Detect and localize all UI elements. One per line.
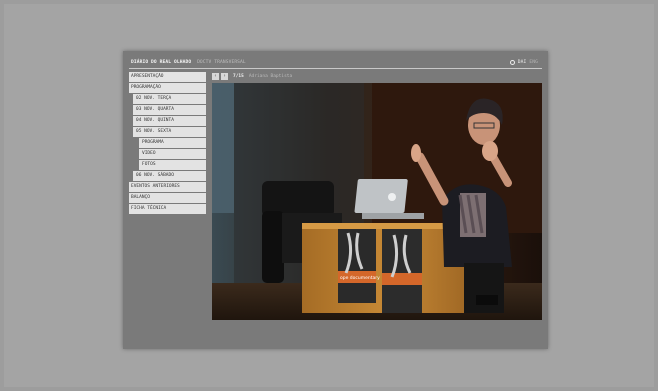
gallery-photo: ope documentary xyxy=(212,83,542,320)
header-bar: DIÁRIO DO REAL OLHADO DOCTV TRANSVERSAL … xyxy=(129,58,542,67)
photo-image: ope documentary xyxy=(212,83,542,320)
language-active[interactable]: DAI xyxy=(518,58,527,67)
prev-button[interactable]: ‹ xyxy=(212,73,219,80)
site-title-text: DIÁRIO DO REAL OLHADO xyxy=(131,60,192,65)
site-title[interactable]: DIÁRIO DO REAL OLHADO DOCTV TRANSVERSAL xyxy=(131,58,246,67)
language-other[interactable]: ENG xyxy=(529,58,538,67)
menu-item[interactable]: 03 NOV. QUARTA xyxy=(133,105,206,115)
book-cover-text: ope documentary xyxy=(340,275,380,281)
language-switcher: DAI ENG xyxy=(509,58,538,67)
photo-caption: Adriana Baptista xyxy=(248,74,293,79)
menu-item[interactable]: 04 NOV. QUINTA xyxy=(133,116,206,126)
menu-item[interactable]: PROGRAMAÇÃO xyxy=(129,83,206,93)
photo-navigation: ‹ › 7/15 Adriana Baptista xyxy=(212,73,292,80)
globe-icon xyxy=(509,60,515,65)
menu-item[interactable]: 06 NOV. SÁBADO xyxy=(133,171,206,181)
next-button[interactable]: › xyxy=(221,73,228,80)
photo-counter: 7/15 xyxy=(233,74,244,79)
menu-item[interactable]: 02 NOV. TERÇA xyxy=(133,94,206,104)
menu-item[interactable]: APRESENTAÇÃO xyxy=(129,72,206,82)
site-window: DIÁRIO DO REAL OLHADO DOCTV TRANSVERSAL … xyxy=(123,51,548,349)
site-subtitle: DOCTV TRANSVERSAL xyxy=(197,60,246,65)
menu-item[interactable]: 05 NOV. SEXTA xyxy=(133,127,206,137)
menu-item[interactable]: EVENTOS ANTERIORES xyxy=(129,182,206,192)
menu-item[interactable]: PROGRAMA xyxy=(139,138,206,148)
sidebar-menu: APRESENTAÇÃO PROGRAMAÇÃO 02 NOV. TERÇA 03 N… xyxy=(129,72,206,215)
header-divider xyxy=(129,68,542,69)
menu-item[interactable]: FOTOS xyxy=(139,160,206,170)
menu-item[interactable]: FICHA TÉCNICA xyxy=(129,204,206,214)
menu-item[interactable]: VIDEO xyxy=(139,149,206,159)
menu-item[interactable]: BALANÇO xyxy=(129,193,206,203)
